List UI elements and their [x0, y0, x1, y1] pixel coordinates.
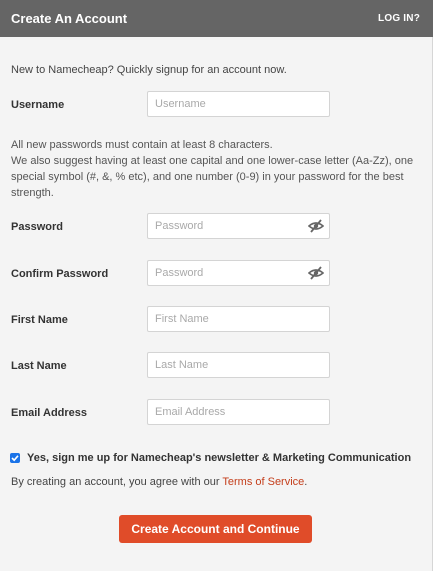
login-link[interactable]: LOG IN?	[378, 13, 420, 24]
email-field-wrap	[147, 399, 330, 425]
last-name-field-wrap	[147, 352, 330, 378]
confirm-password-field-wrap	[147, 260, 330, 286]
password-input[interactable]	[148, 214, 300, 238]
agreement-prefix: By creating an account, you agree with o…	[11, 476, 223, 488]
create-account-button[interactable]: Create Account and Continue	[119, 515, 312, 543]
checkmark-icon	[11, 455, 19, 462]
last-name-label: Last Name	[11, 360, 67, 372]
page-title: Create An Account	[11, 11, 128, 26]
first-name-input[interactable]	[148, 307, 329, 331]
terms-of-service-link[interactable]: Terms of Service	[222, 476, 304, 488]
password-requirements: All new passwords must contain at least …	[11, 137, 421, 201]
first-name-field-wrap	[147, 306, 330, 332]
username-input[interactable]	[148, 92, 329, 116]
signup-panel: Create An Account LOG IN? New to Nameche…	[0, 0, 433, 571]
password-note-line1: All new passwords must contain at least …	[11, 139, 273, 151]
eye-slash-icon[interactable]	[307, 266, 325, 280]
password-label: Password	[11, 221, 63, 233]
username-field-wrap	[147, 91, 330, 117]
password-note-line2: We also suggest having at least one capi…	[11, 155, 414, 199]
email-label: Email Address	[11, 407, 88, 419]
agreement-suffix: .	[304, 476, 308, 488]
username-label: Username	[11, 99, 65, 111]
panel-header: Create An Account LOG IN?	[0, 0, 433, 37]
first-name-label: First Name	[11, 314, 68, 326]
intro-text: New to Namecheap? Quickly signup for an …	[11, 64, 287, 76]
newsletter-checkbox[interactable]	[10, 453, 20, 463]
email-input[interactable]	[148, 400, 329, 424]
confirm-password-input[interactable]	[148, 261, 300, 285]
confirm-password-label: Confirm Password	[11, 268, 109, 280]
agreement-text: By creating an account, you agree with o…	[11, 476, 307, 488]
eye-slash-icon[interactable]	[307, 219, 325, 233]
last-name-input[interactable]	[148, 353, 329, 377]
newsletter-label[interactable]: Yes, sign me up for Namecheap's newslett…	[27, 452, 411, 464]
password-field-wrap	[147, 213, 330, 239]
